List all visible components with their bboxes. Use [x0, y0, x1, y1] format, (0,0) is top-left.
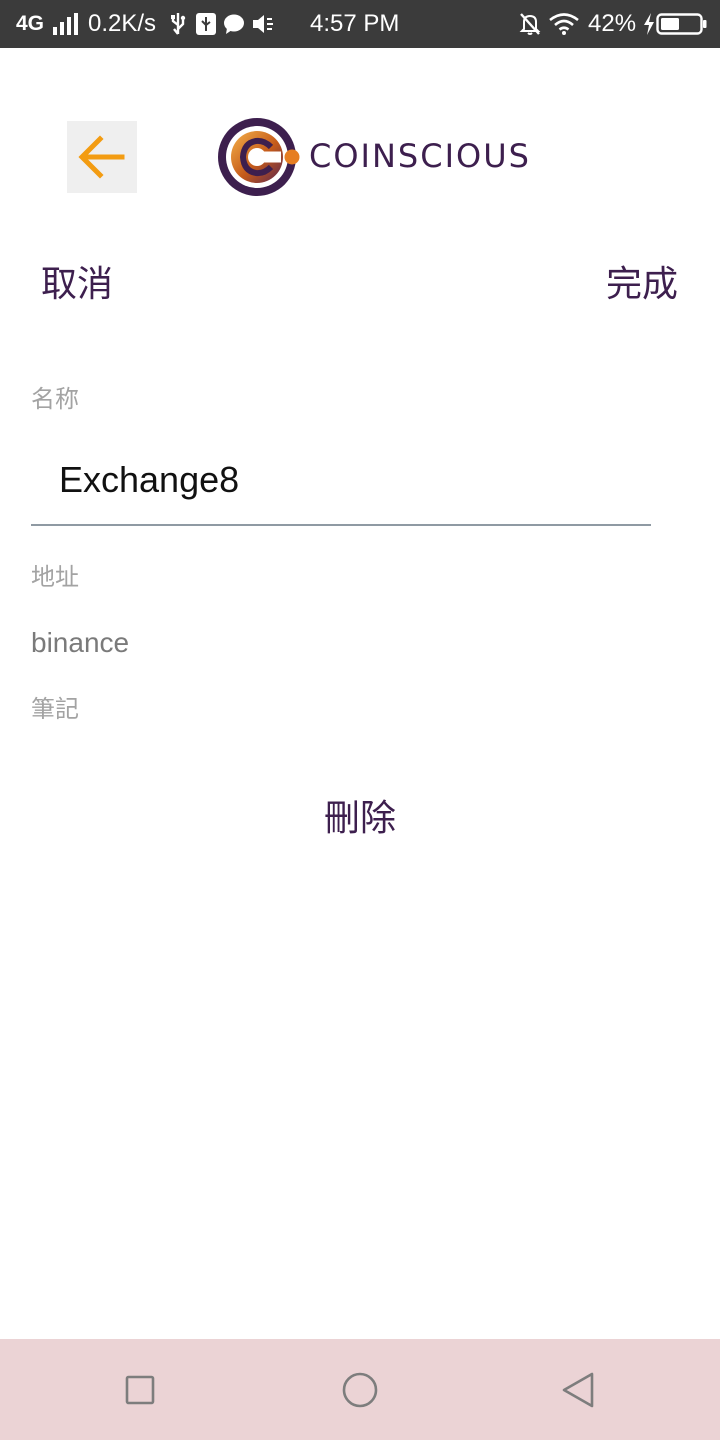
clock: 4:57 PM: [310, 10, 400, 37]
address-value[interactable]: binance: [31, 626, 129, 660]
coinscious-logo: [214, 114, 304, 200]
network-type: 4G: [16, 12, 45, 35]
back-triangle-icon: [562, 1372, 594, 1408]
navigation-bar: [0, 1339, 720, 1440]
signal-icon: [52, 0, 82, 48]
charging-icon: [643, 0, 655, 48]
mute-icon: [251, 0, 275, 48]
done-button[interactable]: 完成: [606, 262, 678, 308]
arrow-left-icon: [78, 135, 125, 179]
address-label: 地址: [31, 563, 79, 591]
status-bar: 4G 0.2K/s 4:57 PM 42%: [0, 0, 720, 48]
network-speed: 0.2K/s: [88, 10, 157, 37]
usb-icon: [168, 0, 188, 48]
brand-name: COINSCIOUS: [309, 137, 531, 175]
back-button[interactable]: [67, 121, 137, 193]
system-back-button[interactable]: [553, 1365, 603, 1415]
usb-debug-icon: [195, 0, 217, 48]
delete-button[interactable]: 刪除: [0, 796, 720, 842]
recent-apps-icon: [125, 1375, 155, 1405]
name-input[interactable]: [31, 446, 651, 526]
wifi-icon: [548, 0, 580, 48]
cancel-button[interactable]: 取消: [41, 262, 113, 308]
silent-icon: [519, 0, 541, 48]
battery-percent: 42%: [588, 10, 637, 37]
home-icon: [342, 1372, 378, 1408]
name-label: 名称: [31, 385, 79, 413]
recent-apps-button[interactable]: [115, 1365, 165, 1415]
chat-icon: [223, 0, 245, 48]
battery-icon: [656, 0, 708, 48]
home-button[interactable]: [335, 1365, 385, 1415]
note-label: 筆記: [31, 695, 79, 723]
